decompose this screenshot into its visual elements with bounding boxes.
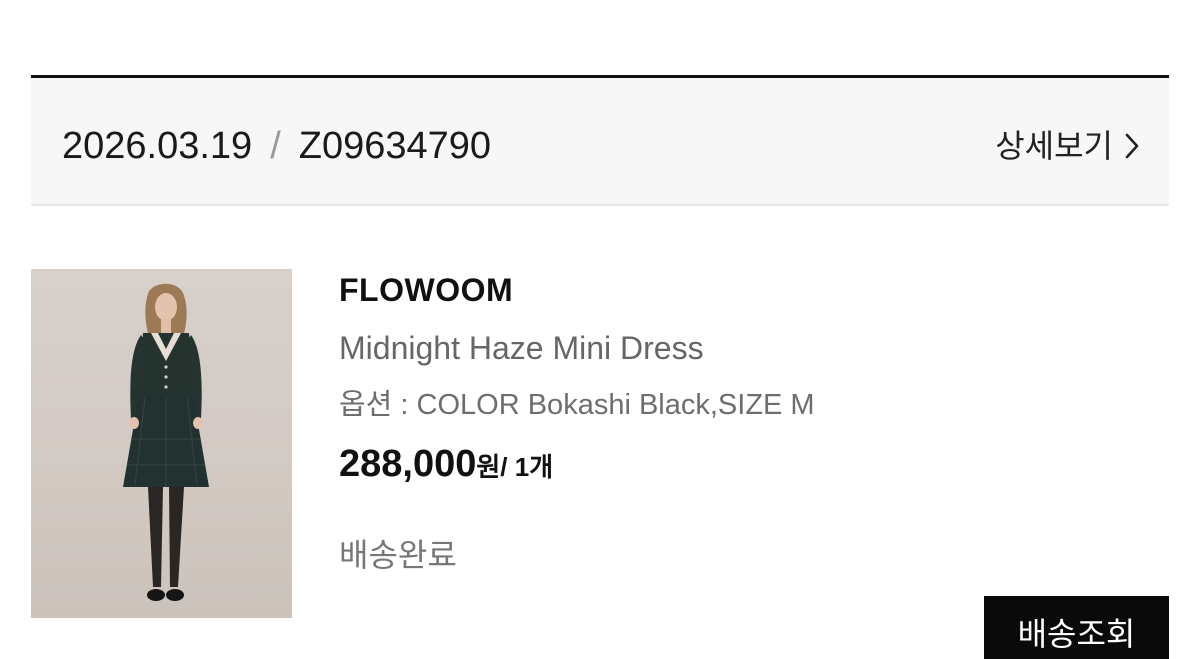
chevron-right-icon bbox=[1125, 133, 1139, 159]
product-photo bbox=[123, 283, 209, 601]
order-separator: / bbox=[270, 125, 281, 167]
price-currency: 원 bbox=[476, 452, 501, 482]
track-delivery-button[interactable]: 배송조회 bbox=[984, 596, 1169, 659]
delivery-status: 배송완료 bbox=[339, 537, 457, 573]
product-info: FLOWOOM Midnight Haze Mini Dress 옵션 : CO… bbox=[339, 270, 1159, 486]
product-option: 옵션 : COLOR Bokashi Black,SIZE M bbox=[339, 389, 815, 421]
product-name[interactable]: Midnight Haze Mini Dress bbox=[339, 328, 1159, 368]
order-date: 2026.03.19 bbox=[62, 125, 253, 167]
product-quantity: / 1개 bbox=[500, 452, 554, 482]
order-detail-link[interactable]: 상세보기 bbox=[995, 126, 1139, 166]
order-number: Z09634790 bbox=[298, 125, 492, 167]
product-price-line: 288,000원/ 1개 bbox=[339, 442, 1159, 486]
order-meta: 2026.03.19 / Z09634790 bbox=[62, 124, 491, 168]
product-brand[interactable]: FLOWOOM bbox=[339, 270, 1159, 310]
order-history-page: 2026.03.19 / Z09634790 상세보기 FLOWOOM Midnig… bbox=[0, 0, 1200, 659]
order-header: 2026.03.19 / Z09634790 상세보기 bbox=[31, 78, 1169, 206]
product-price: 288,000 bbox=[339, 443, 477, 485]
product-image[interactable] bbox=[31, 269, 292, 618]
order-detail-label: 상세보기 bbox=[995, 128, 1113, 164]
track-delivery-label: 배송조회 bbox=[1017, 616, 1136, 652]
